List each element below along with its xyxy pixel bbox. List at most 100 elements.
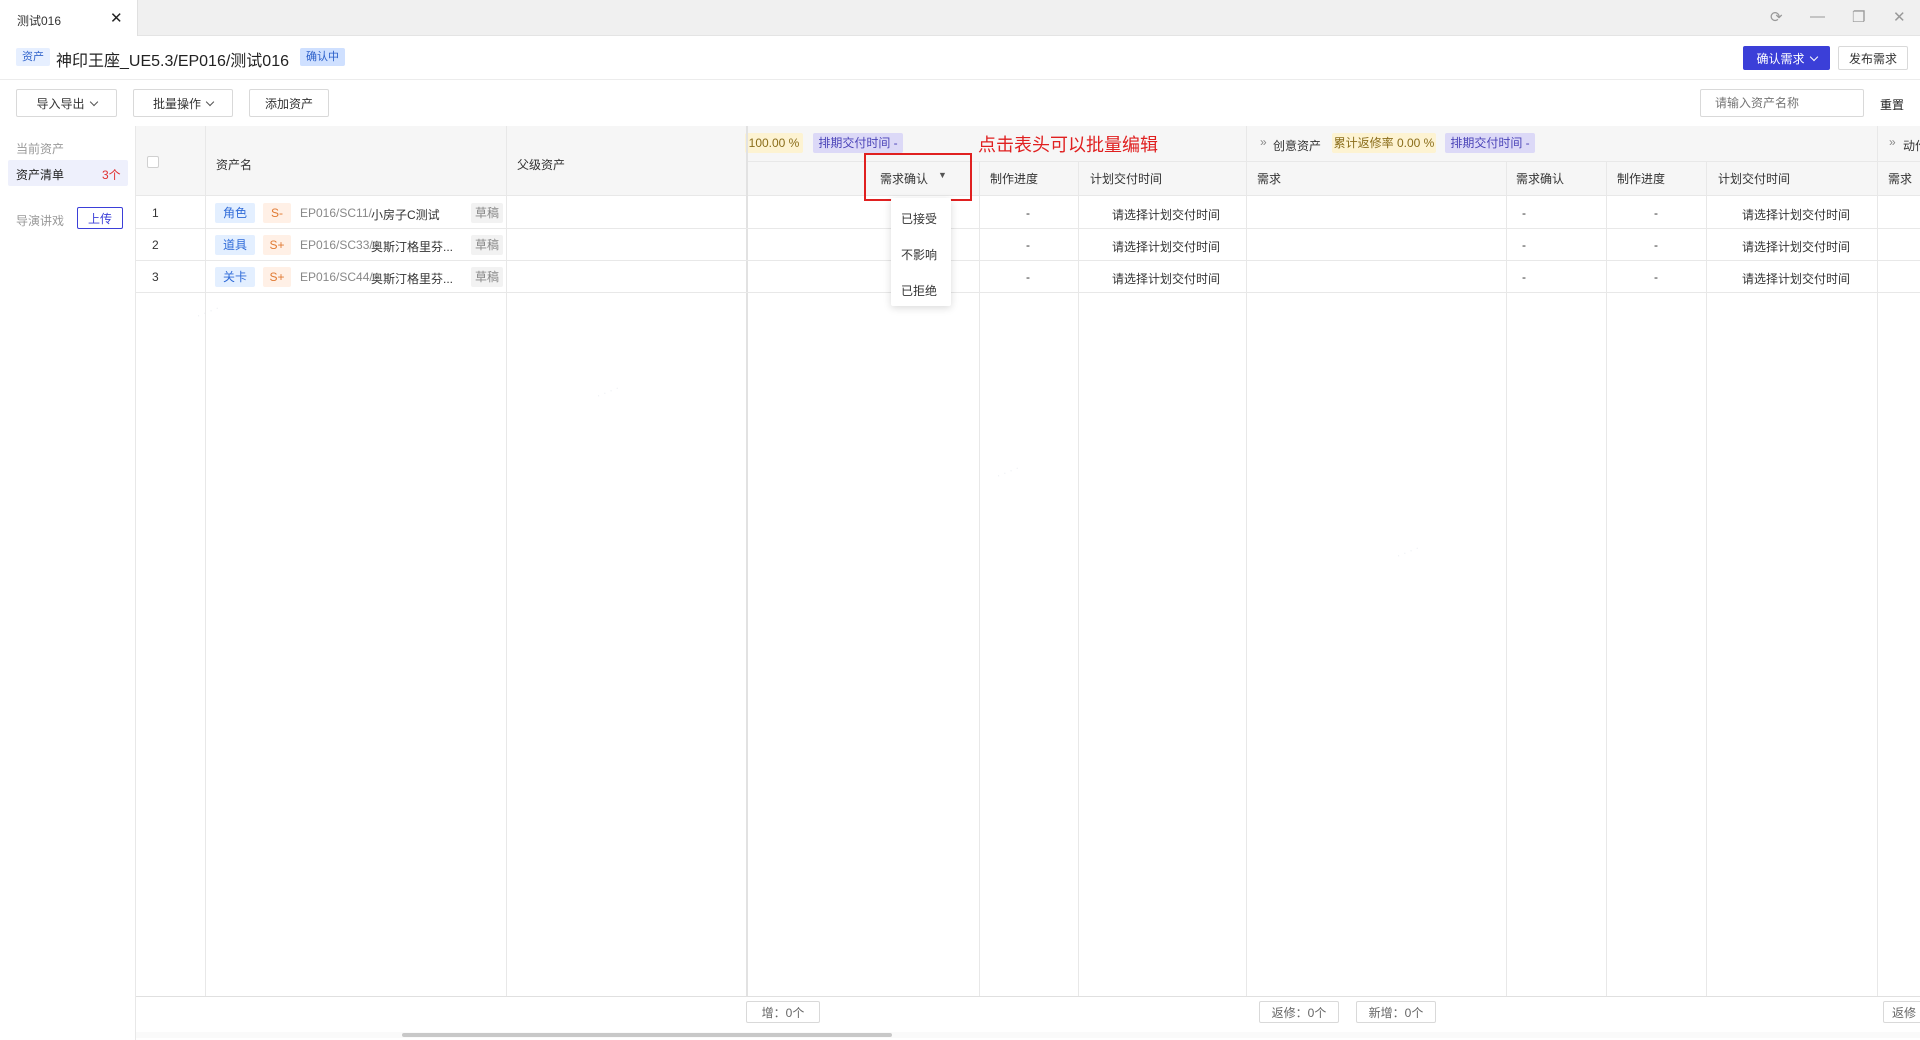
asset-grade-tag: S- (263, 203, 291, 223)
progress2-cell[interactable]: - (1654, 238, 1658, 252)
director-label: 导演讲戏 (16, 214, 65, 228)
asset-type-tag: 道具 (215, 235, 255, 255)
col-header-progress2[interactable]: 制作进度 (1617, 170, 1665, 187)
add-asset-button[interactable]: 添加资产 (249, 89, 329, 117)
expand-icon[interactable]: » (1889, 135, 1896, 149)
search-input[interactable] (1700, 89, 1864, 117)
confirm2-cell[interactable]: - (1522, 270, 1526, 284)
progress-cell[interactable]: - (1026, 238, 1030, 252)
row-index: 3 (152, 270, 159, 284)
annotation-text: 点击表头可以批量编辑 (978, 135, 1158, 156)
asset-count-badge: 3个 (102, 168, 121, 182)
col-header-progress[interactable]: 制作进度 (990, 170, 1038, 187)
confirm2-cell[interactable]: - (1522, 238, 1526, 252)
col-header-confirm-label: 需求确认 (880, 172, 929, 186)
draft-badge: 草稿 (471, 267, 503, 287)
horizontal-scrollbar-track[interactable] (136, 1032, 1920, 1038)
import-export-button[interactable]: 导入导出 (16, 89, 117, 117)
table-row[interactable]: 3 关卡 S+ EP016/SC44/奥斯汀格里芬... 草稿 - 请选择计划交付时间 - - 请… (136, 261, 1920, 293)
asset-grade-tag: S+ (263, 267, 291, 287)
col-header-demand3[interactable]: 需求 (1888, 170, 1912, 187)
horizontal-scrollbar-thumb[interactable] (402, 1033, 892, 1037)
status-badge: 确认中 (300, 48, 345, 66)
table-row[interactable]: 1 角色 S- EP016/SC11/小房子C测试 草稿 - 请选择计划交付时间 - - 请选择计… (136, 197, 1920, 229)
batch-operation-label: 批量操作 (152, 96, 201, 111)
footer-new-count: 增：0个 (746, 1001, 820, 1023)
page-title: 神印王座_UE5.3/EP016/测试016 (56, 53, 289, 70)
confirm-requirement-button[interactable]: 确认需求 (1743, 46, 1830, 70)
confirm-dropdown-menu: 已接受 不影响 已拒绝 (891, 198, 951, 306)
tab-active[interactable]: 测试016 ✕ (0, 0, 138, 36)
upload-button[interactable]: 上传 (77, 207, 123, 229)
reset-button[interactable]: 重置 (1880, 96, 1904, 113)
asset-name-link[interactable]: 奥斯汀格里芬... (371, 270, 453, 287)
import-export-label: 导入导出 (36, 96, 85, 111)
col-header-demand[interactable]: 需求 (1257, 170, 1281, 187)
chevron-down-icon (205, 97, 215, 106)
asset-table: · · · · · · · · · · · · · · · · 资产名 父级资产… (136, 126, 1920, 1040)
sidebar: 当前资产 资产清单 3个 导演讲戏 上传 (0, 126, 136, 1040)
draft-badge: 草稿 (471, 203, 503, 223)
summary-footer: 增：0个 返修：0个 新增：0个 返修 (136, 997, 1920, 1029)
tab-bar: 测试016 ✕ ⟳ — ❐ ✕ (0, 0, 1920, 36)
draft-badge: 草稿 (471, 235, 503, 255)
row-index: 1 (152, 206, 159, 220)
table-row[interactable]: 2 道具 S+ EP016/SC33/奥斯汀格里芬... 草稿 - 请选择计划交付时间 - - 请… (136, 229, 1920, 261)
current-assets-label: 当前资产 (16, 142, 65, 156)
chevron-down-icon (1809, 52, 1818, 61)
progress2-cell[interactable]: - (1654, 270, 1658, 284)
group1-rate-badge: 100.00 % (745, 133, 803, 153)
asset-tag: 资产 (16, 48, 50, 66)
col-header-plan-time2[interactable]: 计划交付时间 (1718, 170, 1790, 187)
asset-path: EP016/SC44/ (300, 270, 373, 284)
tab-title: 测试016 (17, 14, 62, 28)
toolbar: 导入导出 批量操作 添加资产 重置 (0, 80, 1920, 126)
progress-cell[interactable]: - (1026, 206, 1030, 220)
plan-time2-cell[interactable]: 请选择计划交付时间 (1742, 238, 1850, 255)
group2-schedule-badge: 排期交付时间 - (1445, 133, 1535, 153)
asset-type-tag: 角色 (215, 203, 255, 223)
col-header-plan-time[interactable]: 计划交付时间 (1090, 170, 1162, 187)
group2-rate-badge: 累计返修率 0.00 % (1332, 133, 1436, 153)
footer-repair-count-3: 返修 (1883, 1001, 1920, 1023)
plan-time2-cell[interactable]: 请选择计划交付时间 (1742, 270, 1850, 287)
select-all-checkbox[interactable] (147, 156, 159, 168)
asset-type-tag: 关卡 (215, 267, 255, 287)
asset-name-link[interactable]: 小房子C测试 (371, 206, 440, 223)
col-header-confirm2[interactable]: 需求确认 (1516, 170, 1564, 187)
progress2-cell[interactable]: - (1654, 206, 1658, 220)
caret-down-icon: ▼ (938, 170, 947, 180)
minimize-icon[interactable]: — (1810, 8, 1825, 25)
asset-grade-tag: S+ (263, 235, 291, 255)
plan-time-cell[interactable]: 请选择计划交付时间 (1112, 238, 1220, 255)
confirm-requirement-label: 确认需求 (1756, 51, 1805, 66)
dropdown-option-no-impact[interactable]: 不影响 (891, 240, 951, 270)
batch-operation-button[interactable]: 批量操作 (133, 89, 233, 117)
close-icon[interactable]: ✕ (110, 9, 123, 27)
asset-path: EP016/SC11/ (300, 206, 372, 220)
refresh-icon[interactable]: ⟳ (1770, 8, 1783, 26)
dropdown-option-accepted[interactable]: 已接受 (891, 204, 951, 234)
col-header-parent-asset[interactable]: 父级资产 (517, 156, 565, 173)
asset-name-link[interactable]: 奥斯汀格里芬... (371, 238, 453, 255)
group1-schedule-badge: 排期交付时间 - (813, 133, 903, 153)
dropdown-option-rejected[interactable]: 已拒绝 (891, 276, 951, 306)
col-header-asset-name[interactable]: 资产名 (216, 156, 252, 173)
group2-name: 创意资产 (1273, 139, 1322, 153)
asset-path: EP016/SC33/ (300, 238, 373, 252)
publish-requirement-button[interactable]: 发布需求 (1838, 46, 1908, 70)
expand-icon[interactable]: » (1260, 135, 1267, 149)
sidebar-item-asset-list[interactable]: 资产清单 3个 (8, 160, 128, 186)
window-close-icon[interactable]: ✕ (1893, 8, 1906, 26)
progress-cell[interactable]: - (1026, 270, 1030, 284)
chevron-down-icon (89, 97, 98, 106)
footer-repair-count: 返修：0个 (1259, 1001, 1339, 1023)
footer-new-count-2: 新增：0个 (1356, 1001, 1436, 1023)
confirm2-cell[interactable]: - (1522, 206, 1526, 220)
plan-time2-cell[interactable]: 请选择计划交付时间 (1742, 206, 1850, 223)
plan-time-cell[interactable]: 请选择计划交付时间 (1112, 270, 1220, 287)
plan-time-cell[interactable]: 请选择计划交付时间 (1112, 206, 1220, 223)
restore-icon[interactable]: ❐ (1852, 8, 1865, 26)
sidebar-item-label: 资产清单 (16, 168, 65, 182)
row-index: 2 (152, 238, 159, 252)
